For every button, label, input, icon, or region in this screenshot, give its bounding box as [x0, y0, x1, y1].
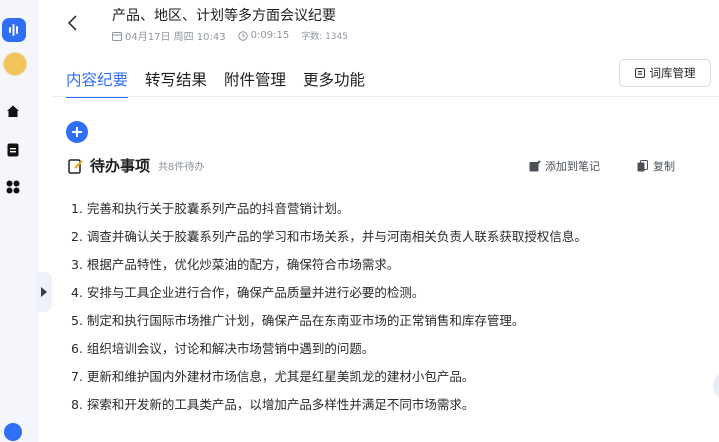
tab-bar: 内容纪要 转写结果 附件管理 更多功能 — [66, 68, 382, 98]
back-arrow-icon[interactable] — [66, 12, 80, 34]
todo-item: 1. 完善和执行关于胶囊系列产品的抖音营销计划。 — [71, 201, 350, 216]
document-icon[interactable] — [0, 141, 26, 159]
assistant-icon[interactable] — [4, 423, 22, 441]
clock-icon — [237, 30, 248, 41]
todo-list: 1. 完善和执行关于胶囊系列产品的抖音营销计划。 2. 调查并确认关于胶囊系列产… — [71, 202, 587, 426]
todo-edit-icon — [68, 158, 83, 174]
document-meta: 04月17日 周四 10:43 0:09:15 字数: 1345 — [112, 28, 348, 43]
library-icon — [634, 68, 645, 78]
apps-grid-icon[interactable] — [0, 178, 26, 196]
add-to-note-label: 添加到笔记 — [545, 160, 600, 173]
todo-item: 8. 探索和开发新的工具类产品，以增加产品多样性并满足不同市场需求。 — [71, 397, 475, 412]
add-to-note-button[interactable]: 添加到笔记 — [529, 158, 600, 174]
word-count: 字数: 1345 — [301, 32, 348, 42]
page-title: 产品、地区、计划等多方面会议纪要 — [112, 8, 336, 24]
todo-item: 3. 根据产品特性，优化炒菜油的配方，确保符合市场需求。 — [71, 257, 400, 272]
copy-icon — [637, 160, 648, 172]
library-button[interactable]: 词库管理 — [619, 59, 711, 87]
home-icon[interactable] — [0, 102, 26, 120]
section-subtitle: 共8件待办 — [158, 162, 205, 173]
edit-note-icon — [529, 160, 541, 172]
add-button[interactable] — [66, 121, 88, 143]
tab-summary[interactable]: 内容纪要 — [66, 68, 129, 98]
document-date: 04月17日 周四 10:43 — [125, 32, 226, 43]
todo-item: 6. 组织培训会议，讨论和解决市场营销中遇到的问题。 — [71, 341, 375, 356]
calendar-icon — [112, 31, 122, 41]
floating-assistant-handle[interactable] — [713, 372, 719, 400]
library-button-label: 词库管理 — [649, 66, 696, 80]
app-logo-icon[interactable] — [2, 18, 26, 42]
copy-button[interactable]: 复制 — [637, 158, 675, 174]
todo-item: 5. 制定和执行国际市场推广计划，确保产品在东南亚市场的正常销售和库存管理。 — [71, 313, 525, 328]
expand-arrow-icon[interactable] — [36, 272, 52, 312]
left-sidebar — [0, 0, 38, 442]
document-duration: 0:09:15 — [250, 30, 290, 41]
todo-item: 4. 安排与工具企业进行合作，确保产品质量并进行必要的检测。 — [71, 285, 425, 300]
todo-item: 7. 更新和维护国内外建材市场信息，尤其是红星美凯龙的建材小包产品。 — [71, 369, 475, 384]
section-title: 待办事项 — [90, 157, 151, 175]
tab-attachments[interactable]: 附件管理 — [224, 68, 286, 96]
todo-item: 2. 调查并确认关于胶囊系列产品的学习和市场关系，并与河南相关负责人联系获取授权… — [71, 229, 587, 244]
avatar[interactable] — [3, 52, 27, 76]
divider — [52, 96, 719, 97]
tab-transcript[interactable]: 转写结果 — [145, 68, 207, 96]
tab-more[interactable]: 更多功能 — [303, 68, 365, 96]
plus-icon — [72, 127, 82, 137]
copy-label: 复制 — [653, 160, 675, 173]
todo-section-header: 待办事项 共8件待办 — [68, 155, 204, 176]
